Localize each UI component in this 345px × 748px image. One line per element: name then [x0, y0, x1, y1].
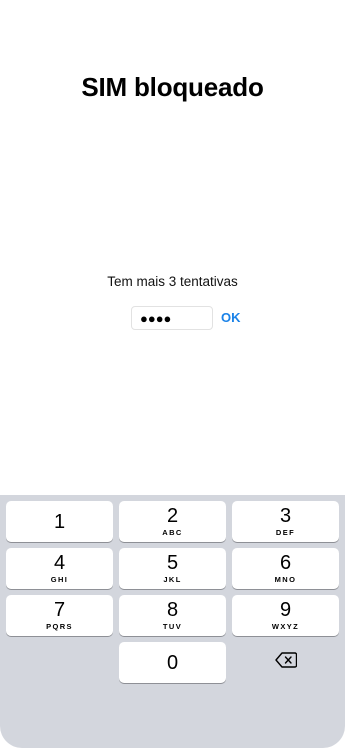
key-letters: WXYZ	[271, 622, 300, 631]
key-4[interactable]: 4 GHI	[6, 548, 113, 589]
key-5[interactable]: 5 JKL	[119, 548, 226, 589]
key-digit: 4	[53, 552, 66, 574]
key-digit: 6	[279, 552, 292, 574]
backspace-button[interactable]	[232, 642, 339, 683]
key-letters: PQRS	[46, 622, 73, 631]
key-letters: MNO	[274, 575, 297, 584]
key-digit: 0	[166, 651, 179, 674]
key-letters: GHI	[50, 575, 69, 584]
backspace-icon	[274, 652, 297, 673]
key-digit: 1	[53, 510, 66, 533]
key-6[interactable]: 6 MNO	[232, 548, 339, 589]
key-digit: 5	[166, 552, 179, 574]
key-0[interactable]: 0	[119, 642, 226, 683]
ok-button[interactable]: OK	[221, 310, 241, 325]
key-digit: 7	[53, 599, 66, 621]
key-1[interactable]: 1	[6, 501, 113, 542]
key-digit: 8	[166, 599, 179, 621]
key-7[interactable]: 7 PQRS	[6, 595, 113, 636]
key-9[interactable]: 9 WXYZ	[232, 595, 339, 636]
key-letters: ABC	[162, 528, 183, 537]
pin-input[interactable]: ●●●●	[131, 306, 213, 330]
key-3[interactable]: 3 DEF	[232, 501, 339, 542]
key-letters: JKL	[163, 575, 182, 584]
page-title: SIM bloqueado	[81, 72, 264, 102]
attempts-remaining-text: Tem mais 3 tentativas	[107, 274, 238, 289]
key-8[interactable]: 8 TUV	[119, 595, 226, 636]
key-letters: TUV	[162, 622, 183, 631]
key-2[interactable]: 2 ABC	[119, 501, 226, 542]
key-letters: DEF	[275, 528, 296, 537]
key-digit: 9	[279, 599, 292, 621]
key-digit: 3	[279, 505, 292, 527]
key-digit: 2	[166, 505, 179, 527]
